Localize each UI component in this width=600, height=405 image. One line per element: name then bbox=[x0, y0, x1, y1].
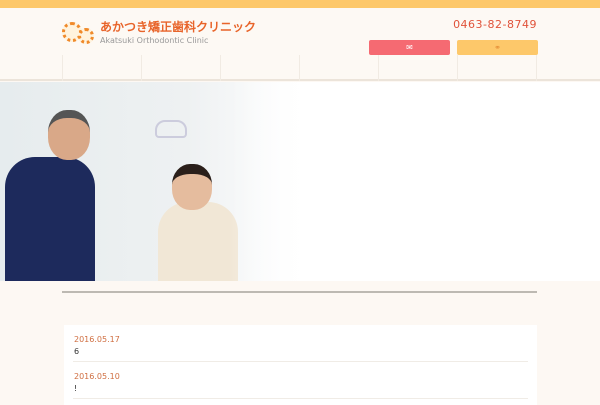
doctor-figure bbox=[5, 157, 95, 281]
news-date: 2016.05.17 bbox=[74, 335, 120, 344]
access-button[interactable]: ⚭ bbox=[457, 40, 538, 55]
nav-item[interactable] bbox=[299, 55, 378, 81]
mail-button[interactable]: ✉ bbox=[369, 40, 450, 55]
news-item[interactable]: 2016.05.10 ! bbox=[73, 362, 528, 399]
hero-image bbox=[0, 82, 600, 281]
news-item[interactable]: 2016.05.17 6 bbox=[73, 325, 528, 362]
nav-item[interactable] bbox=[62, 55, 141, 81]
clinic-photo bbox=[0, 82, 310, 281]
clinic-logo[interactable]: あかつき矯正歯科クリニック Akatsuki Orthodontic Clini… bbox=[62, 18, 256, 45]
mail-icon: ✉ bbox=[406, 43, 413, 52]
nav-item[interactable] bbox=[457, 55, 537, 81]
header: あかつき矯正歯科クリニック Akatsuki Orthodontic Clini… bbox=[0, 8, 600, 81]
patient-figure bbox=[158, 202, 238, 281]
access-icon: ⚭ bbox=[494, 43, 501, 52]
sun-logo-small-icon bbox=[78, 27, 94, 44]
nav-item[interactable] bbox=[220, 55, 299, 81]
top-accent-bar bbox=[0, 0, 600, 8]
logo-english-name: Akatsuki Orthodontic Clinic bbox=[100, 36, 209, 45]
nav-item[interactable] bbox=[141, 55, 220, 81]
global-nav bbox=[62, 55, 537, 81]
news-list: 2016.05.17 6 2016.05.10 ! bbox=[64, 325, 537, 405]
nav-item[interactable] bbox=[378, 55, 457, 81]
news-date: 2016.05.10 bbox=[74, 372, 120, 381]
patient-head bbox=[172, 164, 212, 210]
news-title[interactable]: 6 bbox=[74, 347, 527, 356]
dental-lamp bbox=[155, 120, 187, 138]
photo-fade bbox=[230, 82, 310, 281]
logo-japanese-name: あかつき矯正歯科クリニック bbox=[100, 20, 257, 34]
news-title[interactable]: ! bbox=[74, 384, 527, 393]
phone-number[interactable]: 0463-82-8749 bbox=[453, 18, 537, 31]
doctor-head bbox=[48, 110, 90, 160]
section-divider bbox=[62, 291, 537, 293]
